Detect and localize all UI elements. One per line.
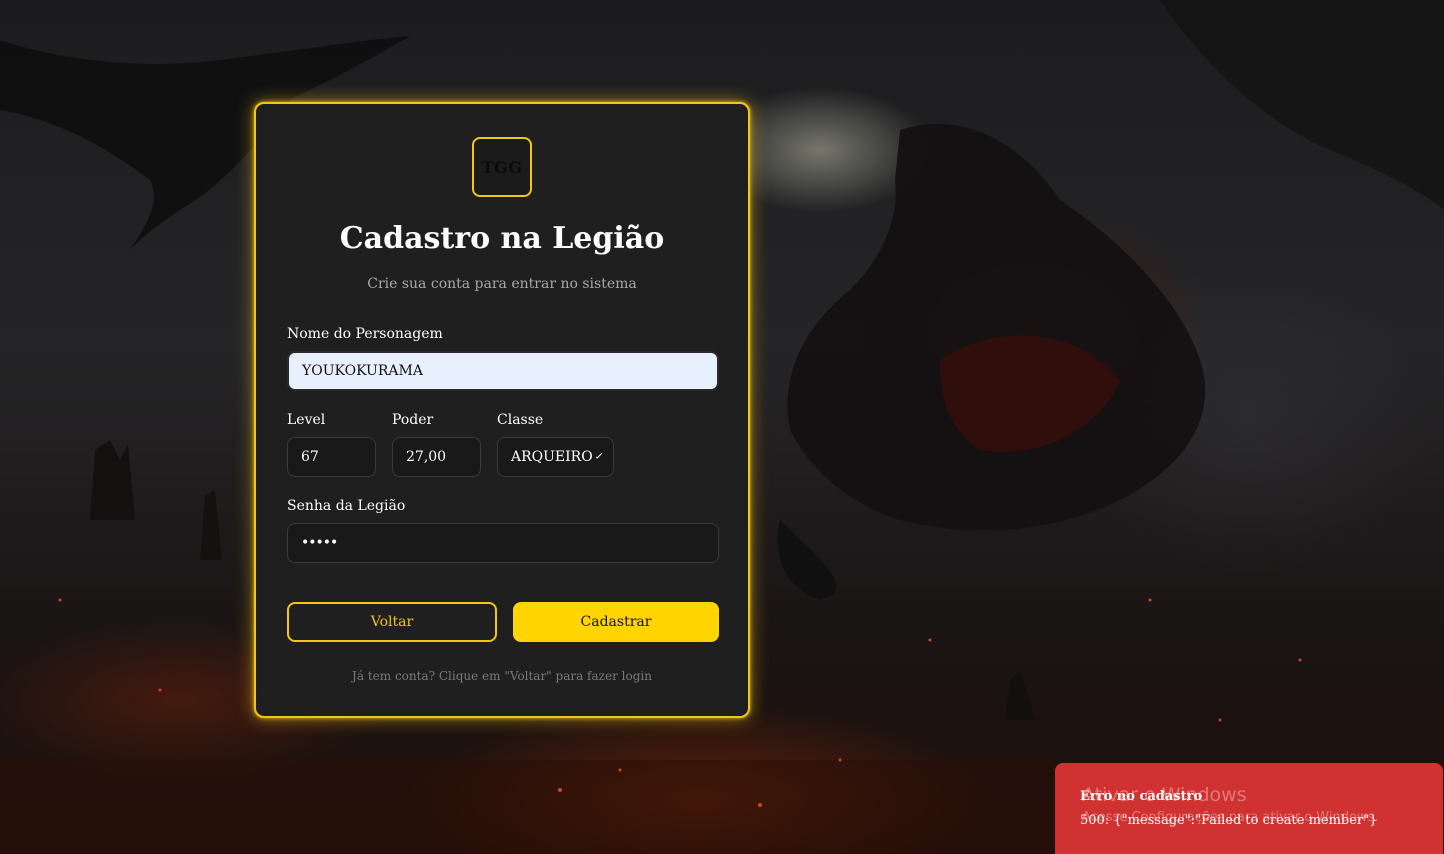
class-label: Classe (497, 412, 544, 428)
register-button[interactable]: Cadastrar (513, 602, 719, 642)
power-input[interactable]: 27,00 (392, 437, 481, 477)
login-hint: Já tem conta? Clique em "Voltar" para fa… (352, 669, 652, 683)
character-name-input[interactable]: YOUKOKURAMA (287, 351, 719, 391)
password-value: ••••• (301, 535, 338, 551)
character-name-value: YOUKOKURAMA (302, 363, 423, 379)
power-label: Poder (392, 412, 434, 428)
class-select[interactable]: ARQUEIRO (497, 437, 614, 477)
register-card: TGG Cadastro na Legião Crie sua conta pa… (254, 102, 750, 718)
error-toast[interactable]: Erro no cadastro 500: {"message":"Failed… (1055, 763, 1443, 854)
password-input[interactable]: ••••• (287, 523, 719, 563)
windows-watermark-title: Ativar o Windows (1082, 784, 1247, 806)
level-input[interactable]: 67 (287, 437, 376, 477)
chevron-down-icon (595, 451, 603, 459)
power-value: 27,00 (406, 449, 447, 465)
class-value: ARQUEIRO (511, 449, 593, 465)
logo-badge: TGG (472, 137, 532, 197)
back-button[interactable]: Voltar (287, 602, 497, 642)
character-name-label: Nome do Personagem (287, 326, 443, 342)
page-subtitle: Crie sua conta para entrar no sistema (367, 276, 637, 292)
page-title: Cadastro na Legião (339, 221, 665, 256)
level-label: Level (287, 412, 326, 428)
level-value: 67 (301, 449, 319, 465)
windows-watermark-text: Acesse Configurações para ativar o Windo… (1082, 810, 1379, 825)
password-label: Senha da Legião (287, 498, 406, 514)
